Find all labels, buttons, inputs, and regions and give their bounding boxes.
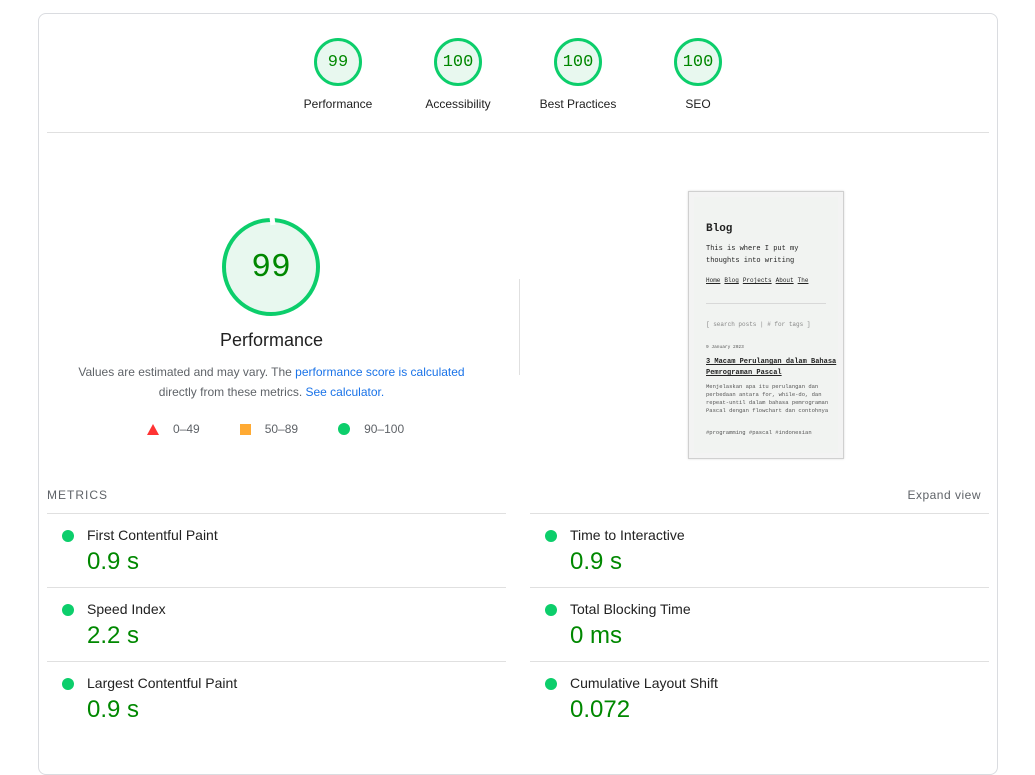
metric-name: Speed Index (87, 601, 166, 617)
final-screenshot[interactable]: Blog This is where I put my thoughts int… (688, 191, 844, 459)
score-legend: 0–49 50–89 90–100 (147, 422, 444, 436)
metric-name: Cumulative Layout Shift (570, 675, 718, 691)
metric-name: Time to Interactive (570, 527, 685, 543)
gauge-score: 100 (554, 38, 602, 86)
pass-circle-icon (62, 604, 74, 616)
screenshot-date: 9 January 2023 (706, 345, 744, 350)
screenshot-post-title: 3 Macam Perulangan dalam Bahasa Pemrogra… (706, 358, 837, 377)
gauge-score: 100 (674, 38, 722, 86)
pass-circle-icon (545, 530, 557, 542)
pass-circle-icon (545, 604, 557, 616)
pass-circle-icon (62, 530, 74, 542)
divider (47, 132, 989, 133)
see-calculator-link[interactable]: See calculator. (305, 385, 384, 399)
screenshot-title: Blog (706, 223, 733, 235)
circle-icon (338, 423, 351, 435)
metric-largest-contentful-paint: Largest Contentful Paint 0.9 s (47, 661, 506, 735)
screenshot-tags: #programming #pascal #indonesian (706, 429, 812, 436)
metric-value: 2.2 s (87, 622, 140, 649)
note-text-2: directly from these metrics. (158, 385, 306, 399)
legend-label: 0–49 (173, 422, 200, 436)
legend-pass: 90–100 (338, 422, 404, 436)
gauge-label: Performance (303, 97, 373, 111)
screenshot-post-body: Menjelaskan apa itu perulangan dan perbe… (706, 383, 829, 414)
screenshot-search: [ search posts | # for tags ] (706, 321, 811, 328)
performance-note: Values are estimated and may vary. The p… (69, 362, 474, 402)
metric-value: 0.9 s (87, 548, 140, 575)
note-text: Values are estimated and may vary. The (78, 365, 296, 379)
metric-first-contentful-paint: First Contentful Paint 0.9 s (47, 513, 506, 587)
expand-view-button[interactable]: Expand view (907, 488, 981, 502)
metric-time-to-interactive: Time to Interactive 0.9 s (530, 513, 989, 587)
metric-value: 0.072 (570, 696, 631, 723)
report-card: 99 Performance 100 Accessibility 100 Bes… (38, 13, 998, 775)
nav-item: Blog (724, 277, 739, 284)
legend-label: 90–100 (364, 422, 405, 436)
performance-score-value: 99 (251, 248, 291, 286)
gauge-score: 100 (434, 38, 482, 86)
score-calculated-link[interactable]: performance score is calculated (295, 365, 464, 379)
performance-score-gauge: 99 (222, 216, 320, 316)
metrics-column-left: First Contentful Paint 0.9 s Speed Index… (47, 513, 506, 735)
triangle-icon (147, 423, 159, 435)
category-gauges: 99 Performance 100 Accessibility 100 Bes… (39, 14, 997, 134)
metric-value: 0 ms (570, 622, 623, 649)
legend-average: 50–89 (239, 422, 299, 436)
nav-item: The (797, 277, 809, 284)
legend-label: 50–89 (264, 422, 299, 436)
metric-total-blocking-time: Total Blocking Time 0 ms (530, 587, 989, 661)
performance-title: Performance (219, 330, 324, 350)
metric-cumulative-layout-shift: Cumulative Layout Shift 0.072 (530, 661, 989, 735)
gauge-label: Accessibility (425, 97, 491, 111)
screenshot-divider (706, 303, 826, 304)
square-icon (239, 423, 251, 435)
nav-item: About (775, 277, 794, 284)
metric-name: First Contentful Paint (87, 527, 218, 543)
gauge-score: 99 (314, 38, 362, 86)
gauge-seo[interactable]: 100 SEO (648, 38, 748, 111)
metric-name: Total Blocking Time (570, 601, 691, 617)
nav-item: Projects (742, 277, 772, 284)
nav-item: Home (706, 277, 721, 284)
metrics-header: METRICS (47, 488, 108, 502)
gauge-label: SEO (685, 97, 711, 111)
metric-speed-index: Speed Index 2.2 s (47, 587, 506, 661)
gauge-accessibility[interactable]: 100 Accessibility (408, 38, 508, 111)
metric-value: 0.9 s (87, 696, 140, 723)
gauge-performance[interactable]: 99 Performance (288, 38, 388, 111)
legend-fail: 0–49 (147, 422, 200, 436)
gauge-best-practices[interactable]: 100 Best Practices (528, 38, 628, 111)
pass-circle-icon (62, 678, 74, 690)
gauge-label: Best Practices (539, 97, 617, 111)
screenshot-page: Blog This is where I put my thoughts int… (694, 197, 838, 453)
vertical-divider (519, 279, 520, 375)
pass-circle-icon (545, 678, 557, 690)
metrics-column-right: Time to Interactive 0.9 s Total Blocking… (530, 513, 989, 735)
metric-value: 0.9 s (570, 548, 623, 575)
screenshot-desc: This is where I put my thoughts into wri… (706, 245, 799, 265)
metric-name: Largest Contentful Paint (87, 675, 238, 691)
screenshot-nav: Home Blog Projects About The (706, 277, 812, 284)
